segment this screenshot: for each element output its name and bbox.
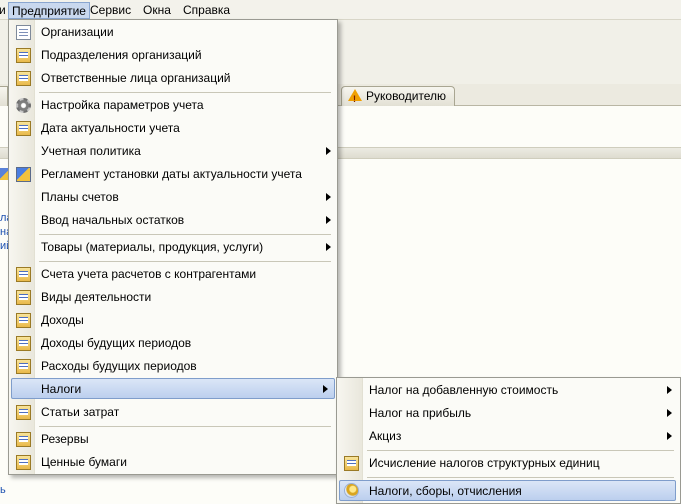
submenu-arrow-icon (667, 432, 672, 440)
regulation-icon (16, 167, 31, 182)
menubar-item-help[interactable]: Справка (180, 2, 233, 19)
submenu-arrow-icon (326, 193, 331, 201)
menu-separator (39, 234, 331, 235)
submenu-item-structural-units-taxes[interactable]: Исчисление налогов структурных единиц (339, 453, 678, 474)
tab-manager-label: Руководителю (366, 89, 447, 103)
submenu-item-taxes-fees-deductions[interactable]: Налоги, сборы, отчисления (339, 480, 676, 501)
menu-item-label: Налог на добавленную стоимость (369, 383, 559, 397)
menu-item-label: Подразделения организаций (41, 48, 202, 62)
menu-item-cost-items[interactable]: Статьи затрат (11, 402, 337, 423)
menu-item-label: Дата актуальности учета (41, 121, 180, 135)
menu-item-reserves[interactable]: Резервы (11, 429, 337, 450)
submenu-arrow-icon (326, 216, 331, 224)
menu-separator (39, 261, 331, 262)
submenu-arrow-icon (326, 147, 331, 155)
submenu-arrow-icon (667, 409, 672, 417)
menu-item-label: Ценные бумаги (41, 455, 127, 469)
document-icon (16, 25, 31, 40)
catalog-icon (16, 455, 31, 470)
menu-item-label: Организации (41, 25, 114, 39)
menu-item-label: Регламент установки даты актуальности уч… (41, 167, 302, 181)
catalog-icon (16, 121, 31, 136)
main-menubar: и Предприятие Сервис Окна Справка (0, 0, 681, 20)
warning-icon (348, 89, 362, 108)
menu-item-label: Планы счетов (41, 190, 119, 204)
menu-item-label: Статьи затрат (41, 405, 120, 419)
menu-item-label: Ввод начальных остатков (41, 213, 185, 227)
menu-item-label: Виды деятельности (41, 290, 152, 304)
submenu-item-profit-tax[interactable]: Налог на прибыль (339, 403, 678, 424)
menubar-item-enterprise[interactable]: Предприятие (8, 2, 90, 19)
menu-item-label: Товары (материалы, продукция, услуги) (41, 240, 264, 254)
menu-item-label: Расходы будущих периодов (41, 359, 197, 373)
menu-item-label: Исчисление налогов структурных единиц (369, 456, 600, 470)
submenu-item-vat[interactable]: Налог на добавленную стоимость (339, 380, 678, 401)
menu-item-settlement-accounts[interactable]: Счета учета расчетов с контрагентами (11, 264, 337, 285)
catalog-icon (16, 48, 31, 63)
menu-item-charts-of-accounts[interactable]: Планы счетов (11, 187, 337, 208)
menu-item-label: Налоги, сборы, отчисления (369, 484, 522, 498)
menu-item-label: Налоги (41, 382, 82, 396)
catalog-icon (16, 336, 31, 351)
menu-item-opening-balances[interactable]: Ввод начальных остатков (11, 210, 337, 231)
tab-manager[interactable]: Руководителю (341, 86, 456, 108)
menu-item-responsible-persons[interactable]: Ответственные лица организаций (11, 68, 337, 89)
catalog-icon (344, 456, 359, 471)
menu-separator (39, 92, 331, 93)
menu-item-organizations[interactable]: Организации (11, 22, 337, 43)
menu-item-taxes[interactable]: Налоги (11, 378, 335, 399)
menu-separator (39, 426, 331, 427)
menu-item-label: Налог на прибыль (369, 406, 472, 420)
tab-left-stub[interactable] (0, 86, 8, 106)
menu-item-income[interactable]: Доходы (11, 310, 337, 331)
menu-item-securities[interactable]: Ценные бумаги (11, 452, 337, 473)
taxes-submenu: Налог на добавленную стоимость Налог на … (336, 377, 681, 504)
menu-item-label: Резервы (41, 432, 89, 446)
coins-icon (344, 483, 359, 498)
left-link-3[interactable]: ий (0, 240, 8, 252)
menu-item-accounting-policy[interactable]: Учетная политика (11, 141, 337, 162)
menubar-item-windows[interactable]: Окна (140, 2, 174, 19)
menu-item-label: Ответственные лица организаций (41, 71, 231, 85)
menu-item-activity-types[interactable]: Виды деятельности (11, 287, 337, 308)
menu-separator (367, 477, 674, 478)
catalog-icon (16, 405, 31, 420)
menu-item-label: Счета учета расчетов с контрагентами (41, 267, 257, 281)
menu-item-accounting-settings[interactable]: Настройка параметров учета (11, 95, 337, 116)
menu-item-deferred-income[interactable]: Доходы будущих периодов (11, 333, 337, 354)
left-link-2[interactable]: начик (0, 226, 8, 238)
menu-item-relevance-regulation[interactable]: Регламент установки даты актуальности уч… (11, 164, 337, 185)
menu-item-relevance-date[interactable]: Дата актуальности учета (11, 118, 337, 139)
submenu-arrow-icon (326, 243, 331, 251)
catalog-icon (16, 71, 31, 86)
menubar-item-service[interactable]: Сервис (87, 2, 134, 19)
catalog-icon (16, 432, 31, 447)
left-link-bottom[interactable]: ь (0, 484, 8, 496)
left-link-1[interactable]: ла (0, 212, 8, 224)
menu-item-label: Доходы будущих периодов (41, 336, 192, 350)
menu-item-label: Учетная политика (41, 144, 141, 158)
catalog-icon (16, 359, 31, 374)
catalog-icon (16, 290, 31, 305)
gear-icon (16, 98, 31, 113)
menu-item-label: Акциз (369, 429, 402, 443)
enterprise-menu: Организации Подразделения организаций От… (8, 19, 338, 475)
menu-item-goods[interactable]: Товары (материалы, продукция, услуги) (11, 237, 337, 258)
menu-item-deferred-expenses[interactable]: Расходы будущих периодов (11, 356, 337, 377)
catalog-icon (16, 267, 31, 282)
submenu-arrow-icon (667, 386, 672, 394)
catalog-icon (16, 313, 31, 328)
menu-item-departments[interactable]: Подразделения организаций (11, 45, 337, 66)
menu-item-label: Доходы (41, 313, 84, 327)
submenu-arrow-icon (323, 385, 328, 393)
menu-separator (367, 450, 674, 451)
submenu-item-excise[interactable]: Акциз (339, 426, 678, 447)
menu-item-label: Настройка параметров учета (41, 98, 204, 112)
